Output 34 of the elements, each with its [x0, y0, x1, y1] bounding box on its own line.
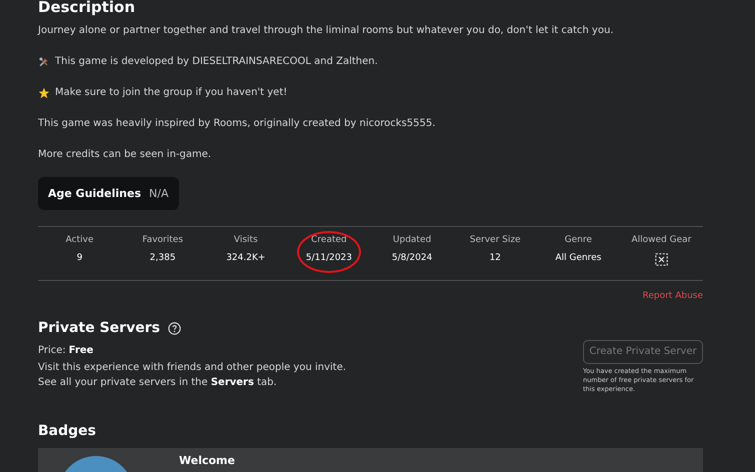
stat-label: Visits	[234, 235, 258, 245]
section-heading: Private Servers	[38, 321, 160, 335]
stat-label: Created	[311, 235, 347, 245]
stat-value: 2,385	[150, 253, 176, 263]
private-servers-info: Visit this experience with friends and other people you invite. See all your private servers in the Servers tab.	[38, 361, 346, 390]
description-text: Journey alone or partner together and travel through the liminal rooms but whatever you do, don't let it catch you.	[38, 24, 614, 38]
stat-label: Favorites	[142, 235, 184, 245]
stat-value: 5/11/2023	[306, 253, 352, 263]
stat-label: Updated	[392, 235, 432, 245]
stat-value: 9	[76, 253, 82, 263]
report-abuse-link[interactable]: Report Abuse	[642, 291, 703, 301]
description-text: More credits can be seen in-game.	[38, 148, 212, 162]
stat-value: 324.2K+	[226, 253, 266, 263]
badge-name: Welcome	[179, 454, 235, 466]
stat-value: 12	[489, 253, 501, 263]
description-text: Make sure to join the group if you haven't yet!	[55, 86, 288, 100]
no-gear-icon	[654, 253, 668, 266]
description-text: This game is developed by DIESELTRAINSARECOOL and Zalthen.	[55, 55, 378, 69]
description-text: This game was heavily inspired by Rooms, originally created by nicorocks5555.	[38, 117, 436, 131]
age-guidelines-label: Age Guidelines	[48, 187, 142, 200]
stat-value: 5/8/2024	[392, 253, 432, 263]
stat-label: Active	[66, 235, 94, 245]
price-value: Free	[68, 345, 94, 356]
stat-label: Server Size	[470, 235, 521, 245]
stat-label: Allowed Gear	[632, 235, 692, 245]
section-heading: Description	[38, 0, 136, 14]
tools-icon	[38, 56, 50, 68]
help-icon[interactable]	[168, 322, 181, 334]
section-heading: Badges	[38, 424, 97, 438]
stat-value: All Genres	[555, 253, 602, 263]
star-icon	[38, 87, 50, 99]
price-label: Price:	[38, 345, 66, 356]
stat-label: Genre	[564, 235, 592, 245]
age-guidelines-value: N/A	[149, 187, 168, 200]
